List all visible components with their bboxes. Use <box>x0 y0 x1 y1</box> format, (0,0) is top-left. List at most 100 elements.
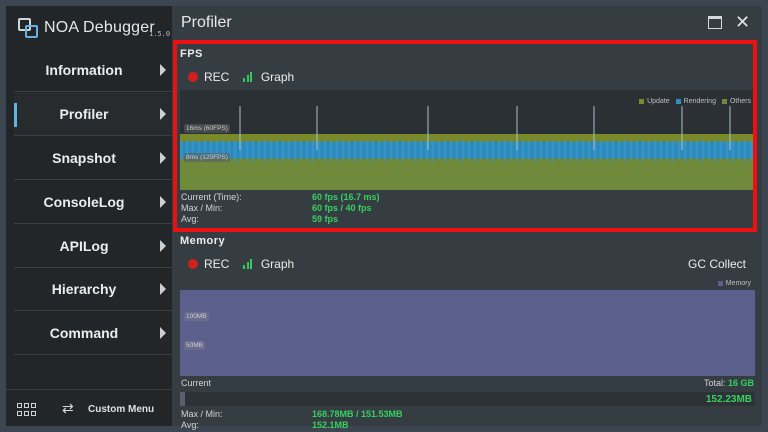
sidebar-item-information[interactable]: Information <box>14 49 172 92</box>
fps-noise-bar <box>645 141 647 160</box>
fps-noise-bar <box>558 140 560 160</box>
sidebar-item-profiler[interactable]: Profiler <box>14 93 172 136</box>
fps-maxmin-label: Max / Min: <box>181 203 223 213</box>
fps-noise-bar <box>267 139 269 162</box>
fps-noise-bar <box>507 139 509 162</box>
fps-noise-bar <box>663 140 665 160</box>
fps-noise-bar <box>246 140 248 161</box>
fps-noise-bar <box>447 139 449 162</box>
memory-total: Total: 16 GB <box>704 378 754 388</box>
sidebar-item-snapshot[interactable]: Snapshot <box>14 137 172 180</box>
chevron-right-icon <box>160 283 166 295</box>
fps-noise-bar <box>489 140 491 161</box>
sidebar-item-consolelog[interactable]: ConsoleLog <box>14 181 172 224</box>
fps-noise-bar <box>531 140 533 161</box>
rec-icon[interactable] <box>188 259 198 269</box>
fps-noise-bar <box>237 139 239 162</box>
guide-8ms: 8ms (120FPS) <box>184 153 230 162</box>
sidebar-item-label: Hierarchy <box>51 281 117 297</box>
close-icon[interactable]: ✕ <box>735 12 750 32</box>
fps-noise-bar <box>459 140 461 161</box>
brand: NOA Debugger <box>18 16 155 40</box>
fps-noise-bar <box>639 140 641 161</box>
legend-memory: Memory <box>725 280 751 287</box>
gc-collect-button[interactable]: GC Collect <box>688 257 746 271</box>
fps-noise-bar <box>363 140 365 160</box>
fps-rec-button[interactable]: REC <box>204 70 229 84</box>
rec-icon[interactable] <box>188 72 198 82</box>
noa-logo-icon <box>18 18 38 38</box>
guide-50mb: 50MB <box>184 341 205 350</box>
fps-noise-bar <box>714 140 716 161</box>
fps-update-area <box>180 134 755 142</box>
fps-noise-bar <box>279 140 281 161</box>
fps-noise-bar <box>576 140 578 161</box>
fps-noise-bar <box>324 140 326 161</box>
fps-noise-bar <box>441 140 443 161</box>
fps-noise-bar <box>309 140 311 161</box>
fps-noise-bar <box>288 140 290 160</box>
fps-noise-bar <box>468 140 470 160</box>
memory-maxmin-label: Max / Min: <box>181 409 223 419</box>
fps-noise-bar <box>360 141 362 160</box>
swap-arrows-icon[interactable]: ⇄ <box>62 400 74 417</box>
fps-noise-bar <box>231 140 233 161</box>
fps-noise-bar <box>732 139 734 162</box>
fps-noise-bar <box>750 141 752 160</box>
fps-noise-bar <box>708 140 710 160</box>
fps-noise-bar <box>375 141 377 160</box>
sidebar: NOA Debugger 1.5.0 Information Profiler … <box>6 6 172 426</box>
fps-noise-bar <box>438 140 440 160</box>
fps-noise-bar <box>336 140 338 161</box>
fps-noise-bar <box>615 141 617 160</box>
chevron-right-icon <box>160 240 166 252</box>
fps-noise-bar <box>297 139 299 162</box>
memory-total-value: 16 GB <box>727 378 754 388</box>
fps-graph-area <box>180 106 755 190</box>
graph-bars-icon[interactable] <box>243 259 254 269</box>
fps-noise-bar <box>648 140 650 160</box>
sidebar-item-hierarchy[interactable]: Hierarchy <box>14 268 172 311</box>
sidebar-item-label: APILog <box>59 238 109 254</box>
sidebar-item-apilog[interactable]: APILog <box>14 225 172 268</box>
fps-noise-bar <box>282 139 284 162</box>
memory-maxmin-value: 168.78MB / 151.53MB <box>312 409 403 419</box>
memory-controls: REC Graph GC Collect <box>180 255 754 273</box>
chevron-right-icon <box>160 196 166 208</box>
legend-swatch-update <box>639 99 645 104</box>
fps-noise-bar <box>258 140 260 160</box>
fps-noise-bar <box>471 140 473 161</box>
fps-noise-bar <box>609 140 611 161</box>
fps-noise-bar <box>477 139 479 162</box>
grid-icon[interactable] <box>17 403 37 417</box>
fps-noise-bar <box>387 139 389 162</box>
graph-bars-icon[interactable] <box>243 72 254 82</box>
sidebar-item-command[interactable]: Command <box>14 312 172 355</box>
brand-name: NOA Debugger <box>44 19 155 36</box>
memory-graph-toggle[interactable]: Graph <box>261 257 294 271</box>
window-icon[interactable] <box>708 16 722 29</box>
memory-legend-row: Memory <box>180 276 755 290</box>
fps-noise-bar <box>570 141 572 160</box>
fps-noise-bar <box>483 140 485 160</box>
fps-noise-bar <box>582 139 584 162</box>
fps-graph-toggle[interactable]: Graph <box>261 70 294 84</box>
fps-noise-bar <box>540 141 542 160</box>
fps-noise-bar <box>249 140 251 161</box>
fps-noise-bar <box>300 141 302 160</box>
fps-noise-bar <box>537 139 539 162</box>
sidebar-footer: ⇄ Custom Menu <box>6 389 172 426</box>
fps-noise-bar <box>432 139 434 162</box>
custom-menu-button[interactable]: Custom Menu <box>88 404 154 415</box>
fps-noise-bar <box>417 139 419 162</box>
fps-noise-bar <box>366 140 368 161</box>
fps-noise-bar <box>342 139 344 162</box>
sidebar-item-label: Command <box>49 325 119 341</box>
memory-rec-button[interactable]: REC <box>204 257 229 271</box>
fps-noise-bar <box>723 140 725 160</box>
memory-avg-value: 152.1MB <box>312 420 349 430</box>
fps-noise-bar <box>753 140 755 160</box>
fps-avg-value: 59 fps <box>312 214 339 224</box>
fps-noise-bar <box>303 140 305 160</box>
fps-noise-bar <box>252 139 254 162</box>
